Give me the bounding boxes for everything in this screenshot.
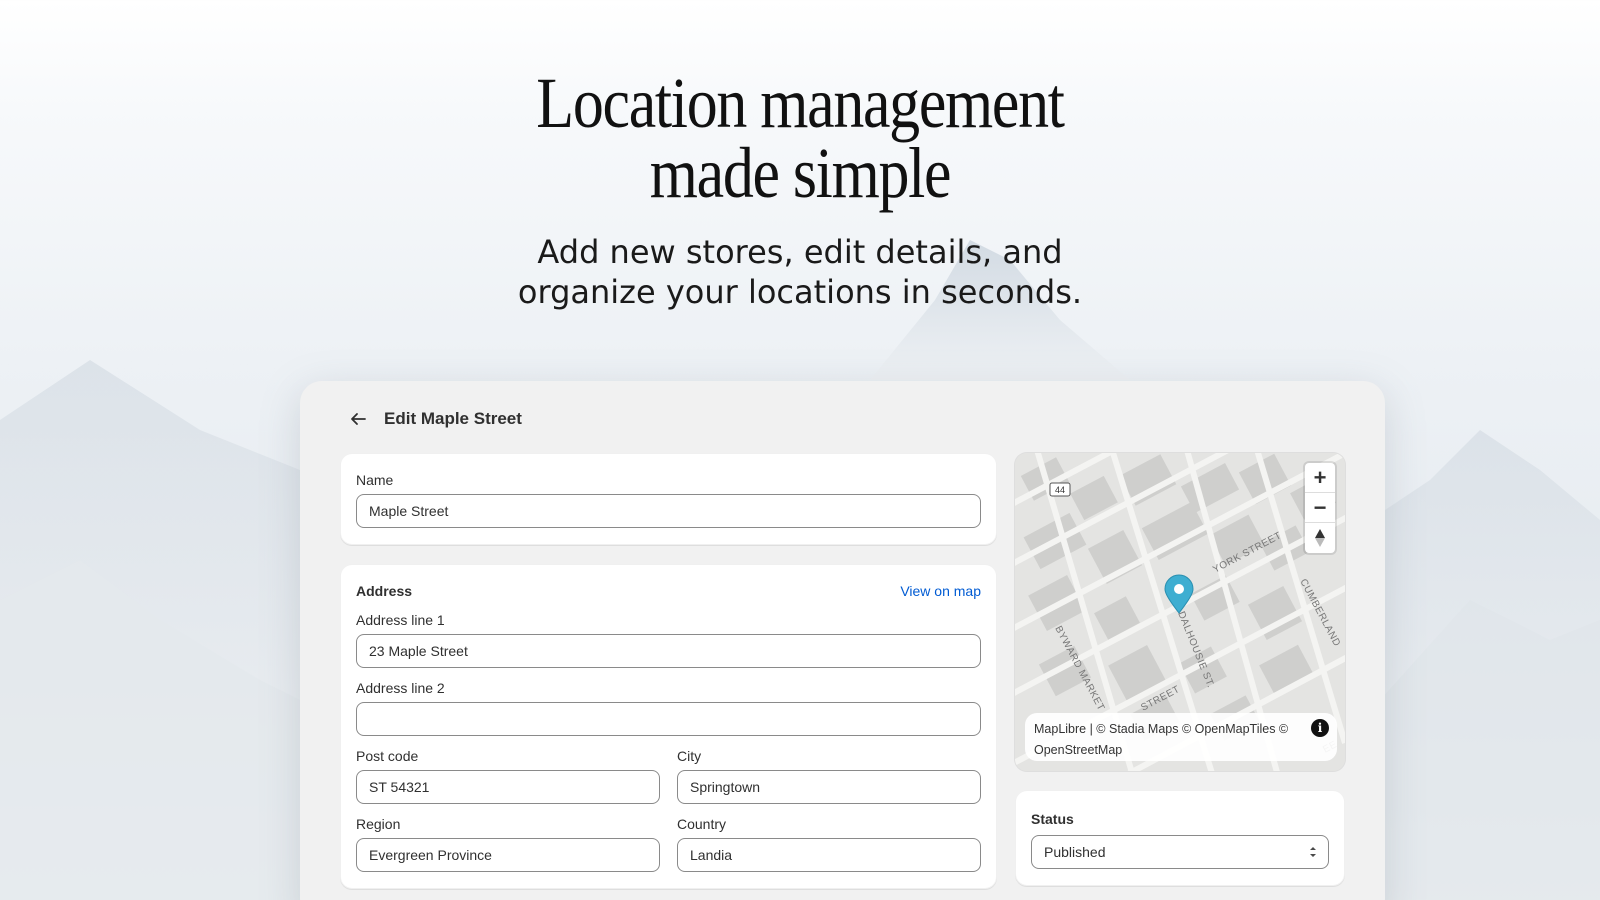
address-heading: Address bbox=[356, 583, 413, 599]
status-select-value: Published bbox=[1044, 844, 1106, 860]
hero-subtitle-line1: Add new stores, edit details, and bbox=[537, 233, 1063, 271]
country-label: Country bbox=[677, 816, 727, 832]
view-on-map-link[interactable]: View on map bbox=[900, 583, 981, 599]
compass-icon bbox=[1315, 529, 1325, 547]
hero-subtitle: Add new stores, edit details, and organi… bbox=[0, 232, 1600, 312]
page-title: Edit Maple Street bbox=[384, 409, 522, 428]
address-line2-input[interactable] bbox=[356, 702, 981, 736]
status-label: Status bbox=[1031, 811, 1074, 827]
hero-subtitle-line2: organize your locations in seconds. bbox=[517, 273, 1083, 311]
hero-title-line2: made simple bbox=[649, 133, 952, 213]
address-line1-input[interactable] bbox=[356, 634, 981, 668]
route-badge-label: 44 bbox=[1055, 485, 1065, 495]
status-select[interactable]: Published bbox=[1031, 835, 1329, 869]
city-label: City bbox=[677, 748, 702, 764]
hero-title: Location management made simple bbox=[112, 63, 1488, 213]
map-view[interactable]: 44 YORK STREET CUMBERLAND BYWARD MARKET … bbox=[1015, 453, 1345, 771]
address-card: Address View on map Address line 1 Addre… bbox=[340, 564, 997, 889]
reset-north-button[interactable] bbox=[1305, 523, 1335, 553]
select-arrows-icon bbox=[1310, 847, 1316, 857]
region-label: Region bbox=[356, 816, 401, 832]
status-card: Status Published bbox=[1015, 790, 1345, 886]
address-line2-label: Address line 2 bbox=[356, 680, 445, 696]
name-input[interactable] bbox=[356, 494, 981, 528]
arrow-left-icon bbox=[351, 413, 366, 425]
map-attribution: MapLibre | © Stadia Maps © OpenMapTiles … bbox=[1025, 713, 1337, 761]
attribution-line2: OpenStreetMap bbox=[1034, 743, 1123, 757]
zoom-in-button[interactable]: + bbox=[1305, 463, 1335, 493]
address-line1-label: Address line 1 bbox=[356, 612, 445, 628]
map-zoom-controls: + − bbox=[1305, 463, 1335, 553]
postcode-input[interactable] bbox=[356, 770, 660, 804]
postcode-label: Post code bbox=[356, 748, 419, 764]
name-card: Name bbox=[340, 453, 997, 545]
edit-location-panel: Edit Maple Street Name Address View on m… bbox=[300, 381, 1385, 900]
info-icon[interactable]: i bbox=[1311, 719, 1329, 737]
hero: Location management made simple Add new … bbox=[0, 63, 1600, 312]
zoom-out-button[interactable]: − bbox=[1305, 493, 1335, 523]
country-input[interactable] bbox=[677, 838, 981, 872]
name-label: Name bbox=[356, 472, 394, 488]
region-input[interactable] bbox=[356, 838, 660, 872]
city-input[interactable] bbox=[677, 770, 981, 804]
back-button[interactable] bbox=[346, 407, 370, 431]
panel-header: Edit Maple Street bbox=[346, 407, 522, 431]
attribution-line1: MapLibre | © Stadia Maps © OpenMapTiles … bbox=[1034, 722, 1289, 736]
hero-title-line1: Location management bbox=[536, 63, 1065, 143]
